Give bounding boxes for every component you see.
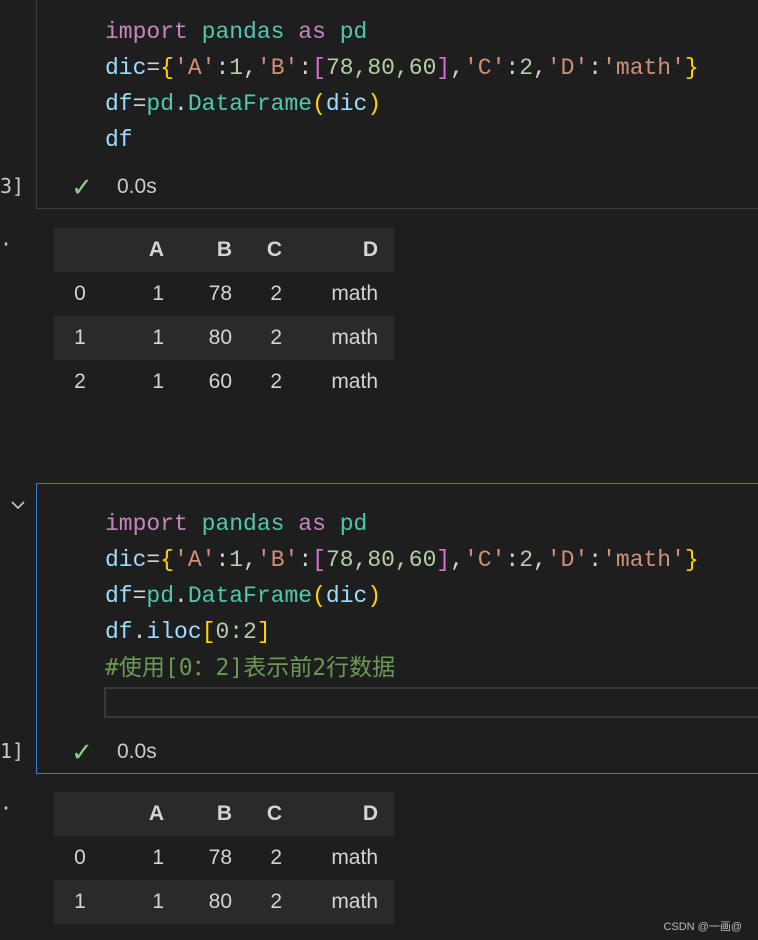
table-cell: 1 (152, 890, 164, 913)
table-cell: 1 (152, 326, 164, 349)
table-cell: 2 (270, 282, 282, 305)
column-header: C (266, 802, 282, 825)
column-header: A (148, 238, 164, 261)
table-cell: 1 (152, 370, 164, 393)
check-icon: ✓ (71, 171, 93, 202)
table-header-row: A B C D (54, 792, 394, 836)
code-line: import pandas as pd (105, 511, 368, 537)
row-index: 2 (74, 370, 86, 393)
table-cell: 60 (208, 370, 232, 393)
table-cell: 80 (208, 326, 232, 349)
table-cell: 2 (270, 370, 282, 393)
column-header: B (216, 238, 232, 261)
table-row: 0 1 78 2 math (54, 272, 394, 316)
code-editor[interactable]: import pandas as pd dic={'A':1,'B':[78,8… (105, 506, 699, 687)
code-line: dic={'A':1,'B':[78,80,60],'C':2,'D':'mat… (105, 55, 699, 81)
row-index: 0 (74, 846, 86, 869)
code-line: df (105, 127, 133, 153)
table-cell: 2 (270, 890, 282, 913)
execution-status: ✓ 0.0s (71, 172, 157, 202)
table-cell: 1 (152, 846, 164, 869)
execution-time: 0.0s (117, 740, 157, 763)
chevron-down-icon[interactable] (10, 495, 26, 514)
row-index: 1 (74, 890, 86, 913)
column-header (54, 792, 106, 836)
dataframe-output: A B C D 0 1 78 2 math 1 1 80 2 math (54, 792, 394, 924)
column-header: C (266, 238, 282, 261)
notebook-cell-2[interactable]: import pandas as pd dic={'A':1,'B':[78,8… (36, 483, 758, 774)
column-header: D (362, 238, 378, 261)
table-cell: math (331, 282, 378, 305)
table-row: 2 1 60 2 math (54, 360, 394, 404)
execution-count: 3] (0, 174, 20, 198)
table-row: 1 1 80 2 math (54, 316, 394, 360)
watermark: CSDN @一画@ (663, 921, 742, 933)
column-header: D (362, 802, 378, 825)
table-row: 0 1 78 2 math (54, 836, 394, 880)
dataframe-output: A B C D 0 1 78 2 math 1 1 80 2 math 2 1 … (54, 228, 394, 404)
table-cell: 1 (152, 282, 164, 305)
code-line: df=pd.DataFrame(dic) (105, 583, 382, 609)
code-line: dic={'A':1,'B':[78,80,60],'C':2,'D':'mat… (105, 547, 699, 573)
code-line: import pandas as pd (105, 19, 368, 45)
table-cell: math (331, 846, 378, 869)
table-cell: math (331, 326, 378, 349)
check-icon: ✓ (71, 736, 93, 767)
column-header: A (148, 802, 164, 825)
code-line: df=pd.DataFrame(dic) (105, 91, 382, 117)
table-header-row: A B C D (54, 228, 394, 272)
execution-status: ✓ 0.0s (71, 737, 157, 767)
output-menu-dots[interactable]: · (0, 232, 12, 256)
code-comment: #使用[0：2]表示前2行数据 (105, 655, 396, 681)
table-cell: math (331, 890, 378, 913)
table-cell: 78 (208, 282, 232, 305)
table-cell: 2 (270, 846, 282, 869)
execution-time: 0.0s (117, 175, 157, 198)
notebook-cell-1[interactable]: import pandas as pd dic={'A':1,'B':[78,8… (36, 0, 758, 209)
table-cell: math (331, 370, 378, 393)
column-header (54, 228, 106, 272)
output-menu-dots[interactable]: · (0, 796, 12, 820)
table-row: 1 1 80 2 math (54, 880, 394, 924)
table-cell: 78 (208, 846, 232, 869)
code-line: df.iloc[0:2] (105, 619, 271, 645)
column-header: B (216, 802, 232, 825)
row-index: 0 (74, 282, 86, 305)
code-editor[interactable]: import pandas as pd dic={'A':1,'B':[78,8… (105, 14, 699, 158)
table-cell: 80 (208, 890, 232, 913)
cursor-line[interactable] (104, 687, 758, 718)
execution-count: 1] (0, 739, 20, 763)
table-cell: 2 (270, 326, 282, 349)
row-index: 1 (74, 326, 86, 349)
